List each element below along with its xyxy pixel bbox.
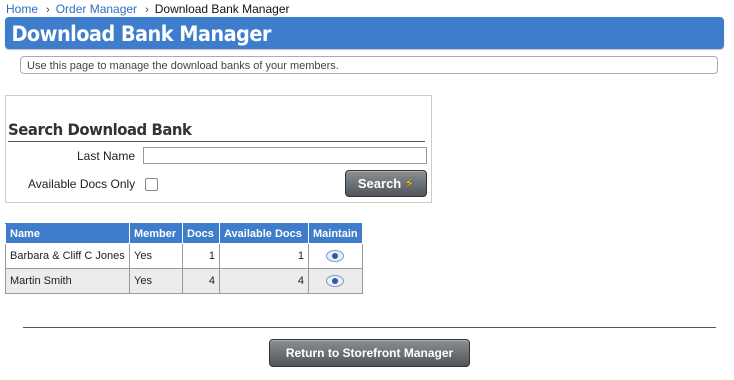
search-button-label: Search bbox=[357, 176, 402, 191]
table-row: Martin Smith Yes 4 4 bbox=[5, 268, 363, 294]
cell-maintain bbox=[308, 243, 363, 269]
breadcrumb-current: Download Bank Manager bbox=[154, 2, 290, 16]
search-title: Search Download Bank bbox=[8, 120, 192, 139]
cell-member: Yes bbox=[129, 268, 183, 294]
eye-icon[interactable] bbox=[326, 275, 345, 288]
breadcrumb-home-link[interactable]: Home bbox=[6, 2, 38, 16]
cell-docs: 1 bbox=[182, 243, 220, 269]
download-bank-table: Name Member Docs Available Docs Maintain… bbox=[5, 223, 363, 294]
search-panel: Search Download Bank Last Name Available… bbox=[5, 95, 432, 203]
last-name-label: Last Name bbox=[77, 149, 136, 163]
breadcrumb-separator-icon: › bbox=[145, 4, 149, 16]
last-name-input[interactable] bbox=[143, 147, 427, 164]
search-button[interactable]: Search ⚡ bbox=[345, 170, 427, 197]
eye-icon[interactable] bbox=[326, 250, 345, 263]
column-header-available-docs[interactable]: Available Docs bbox=[219, 223, 309, 244]
cell-maintain bbox=[308, 268, 363, 294]
column-header-member[interactable]: Member bbox=[129, 223, 183, 244]
lightning-icon: ⚡ bbox=[404, 175, 415, 191]
breadcrumb-separator-icon: › bbox=[46, 4, 50, 16]
table-header-row: Name Member Docs Available Docs Maintain bbox=[5, 223, 363, 244]
search-divider bbox=[8, 141, 425, 142]
available-docs-checkbox[interactable] bbox=[145, 178, 158, 191]
cell-available-docs: 1 bbox=[219, 243, 309, 269]
column-header-maintain: Maintain bbox=[308, 223, 363, 244]
column-header-name[interactable]: Name bbox=[5, 223, 130, 244]
breadcrumb: Home › Order Manager › Download Bank Manager bbox=[6, 2, 289, 16]
cell-name: Barbara & Cliff C Jones bbox=[5, 243, 130, 269]
cell-available-docs: 4 bbox=[219, 268, 309, 294]
breadcrumb-order-manager-link[interactable]: Order Manager bbox=[56, 2, 137, 16]
available-docs-label: Available Docs Only bbox=[28, 177, 136, 191]
table-row: Barbara & Cliff C Jones Yes 1 1 bbox=[5, 243, 363, 269]
column-header-docs[interactable]: Docs bbox=[182, 223, 220, 244]
page-title: Download Bank Manager bbox=[11, 22, 271, 46]
page-header: Download Bank Manager bbox=[5, 17, 724, 49]
info-message: Use this page to manage the download ban… bbox=[20, 56, 718, 74]
cell-docs: 4 bbox=[182, 268, 220, 294]
cell-member: Yes bbox=[129, 243, 183, 269]
cell-name: Martin Smith bbox=[5, 268, 130, 294]
return-to-storefront-button[interactable]: Return to Storefront Manager bbox=[269, 339, 470, 367]
footer-divider bbox=[23, 327, 716, 328]
